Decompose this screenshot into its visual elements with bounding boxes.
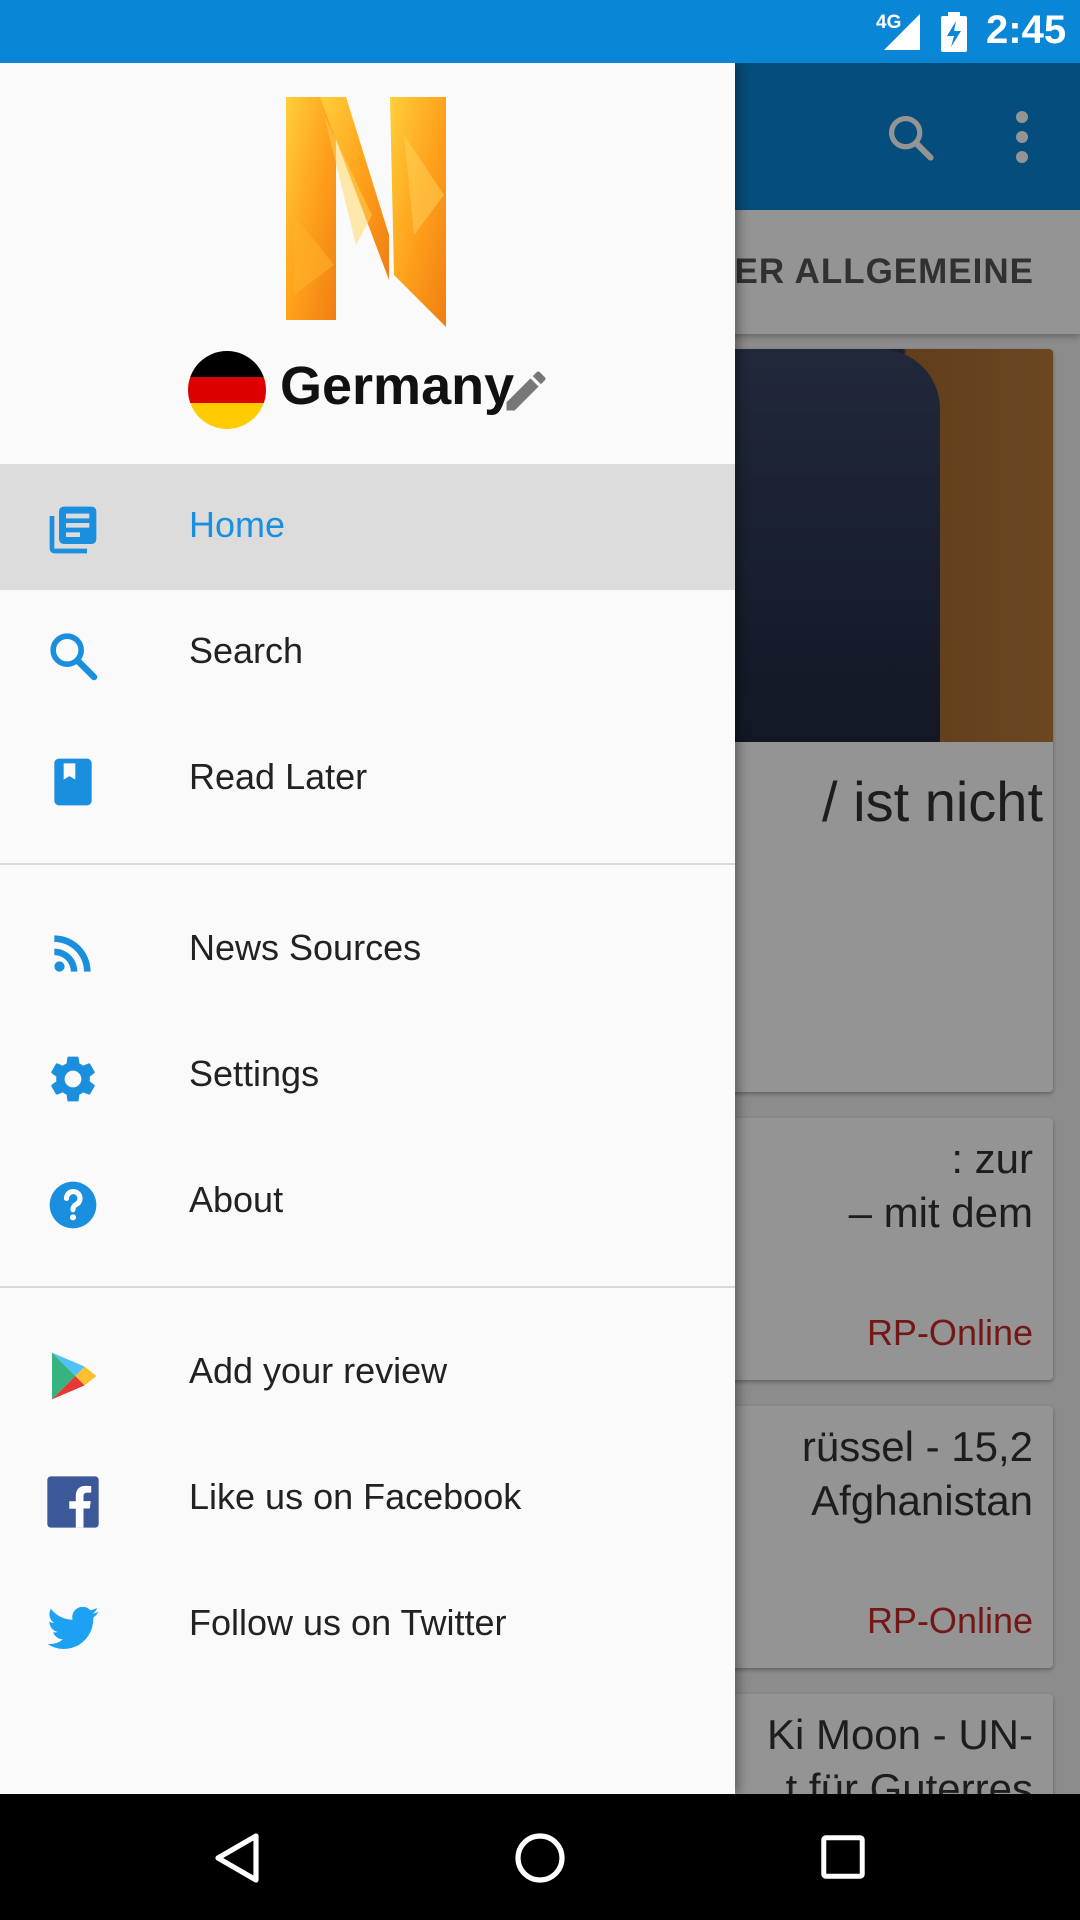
back-icon[interactable] xyxy=(212,1832,264,1884)
menu-item-facebook[interactable]: Like us on Facebook xyxy=(0,1436,735,1562)
divider xyxy=(0,1286,735,1288)
home-circle-icon[interactable] xyxy=(514,1832,566,1884)
menu-item-read-later[interactable]: Read Later xyxy=(0,716,735,842)
menu-item-search[interactable]: Search xyxy=(0,590,735,716)
network-type: 4G xyxy=(876,12,902,33)
edit-pencil-icon[interactable] xyxy=(500,365,552,417)
bookmark-icon xyxy=(54,758,92,806)
menu-label: Home xyxy=(189,504,286,545)
facebook-icon xyxy=(47,1476,99,1528)
menu-label: Follow us on Twitter xyxy=(189,1602,507,1643)
menu-label: News Sources xyxy=(189,927,422,968)
menu-item-news-sources[interactable]: News Sources xyxy=(0,887,735,1013)
divider xyxy=(0,863,735,865)
news-icon xyxy=(49,506,97,554)
navigation-drawer: Germany Home Search Read Later News Sour… xyxy=(0,63,735,1794)
menu-label: About xyxy=(189,1179,284,1220)
status-bar: 4G 2:45 xyxy=(0,0,1080,63)
system-nav-bar xyxy=(0,1794,1080,1920)
menu-item-home[interactable]: Home xyxy=(0,464,735,590)
menu-label: Settings xyxy=(189,1053,320,1094)
recents-square-icon[interactable] xyxy=(818,1832,868,1882)
menu-item-settings[interactable]: Settings xyxy=(0,1013,735,1139)
germany-flag-icon xyxy=(188,351,266,429)
battery-icon xyxy=(941,12,967,52)
clock: 2:45 xyxy=(986,8,1067,52)
play-store-icon xyxy=(52,1352,97,1400)
twitter-icon xyxy=(47,1606,99,1649)
menu-label: Like us on Facebook xyxy=(189,1476,522,1517)
help-icon xyxy=(49,1181,97,1229)
menu-label: Add your review xyxy=(189,1350,448,1391)
menu-label: Search xyxy=(189,630,304,671)
gear-icon xyxy=(51,1056,95,1102)
menu-item-review[interactable]: Add your review xyxy=(0,1310,735,1436)
menu-label: Read Later xyxy=(189,756,368,797)
rss-icon xyxy=(54,935,91,972)
country-name: Germany xyxy=(280,356,515,416)
menu-item-twitter[interactable]: Follow us on Twitter xyxy=(0,1562,735,1688)
search-icon xyxy=(50,633,98,681)
app-logo xyxy=(286,97,446,327)
menu-item-about[interactable]: About xyxy=(0,1139,735,1265)
